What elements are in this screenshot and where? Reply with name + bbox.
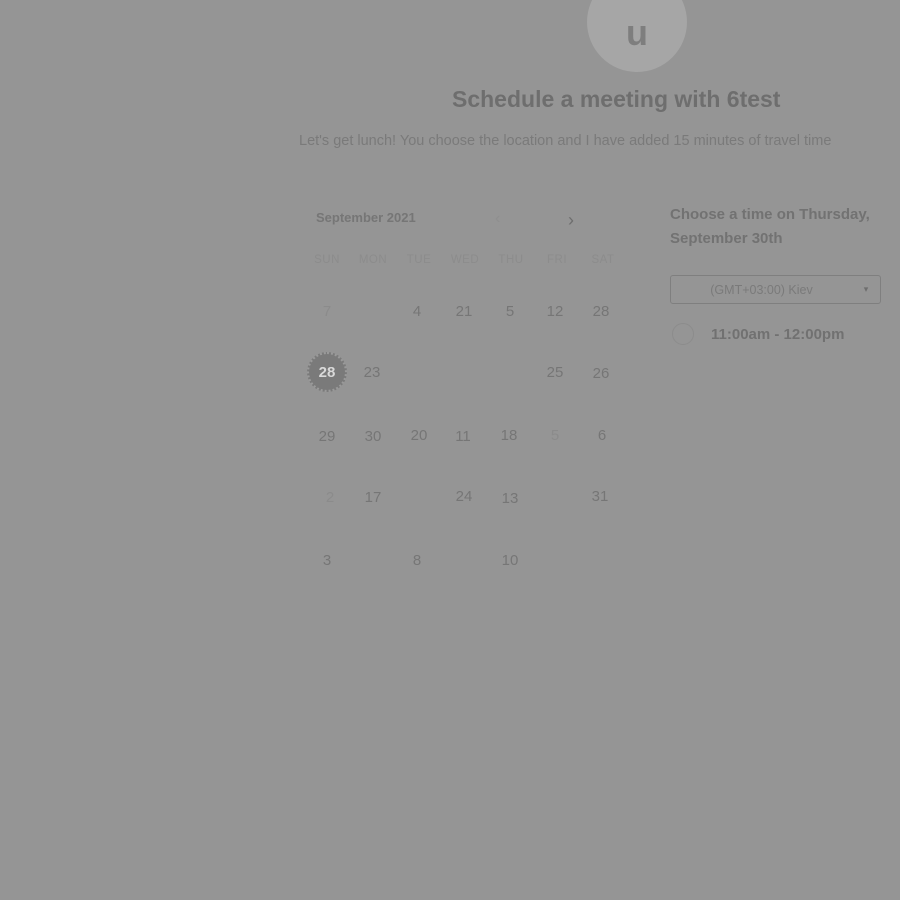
calendar-day[interactable]: 11 bbox=[443, 416, 483, 456]
weekday-label: MON bbox=[358, 254, 388, 266]
calendar-day[interactable]: 18 bbox=[489, 415, 529, 455]
calendar-day[interactable]: 12 bbox=[535, 291, 575, 331]
weekday-label: TUE bbox=[406, 254, 432, 266]
calendar-day[interactable]: 25 bbox=[535, 352, 575, 392]
calendar-day: 7 bbox=[322, 302, 332, 320]
calendar-month-label: September 2021 bbox=[316, 210, 416, 225]
avatar-letter: u bbox=[626, 12, 648, 53]
chevron-right-icon[interactable]: › bbox=[568, 210, 574, 231]
weekday-label: FRI bbox=[546, 254, 568, 266]
calendar-day[interactable]: 10 bbox=[490, 540, 530, 580]
calendar-day[interactable]: 23 bbox=[352, 352, 392, 392]
calendar-day[interactable]: 31 bbox=[580, 476, 620, 516]
chevron-left-icon[interactable]: ‹ bbox=[495, 210, 500, 228]
calendar-day[interactable]: 5 bbox=[490, 291, 530, 331]
host-avatar: u bbox=[587, 0, 687, 72]
calendar-day[interactable]: 13 bbox=[490, 478, 530, 518]
timezone-value: (GMT+03:00) Kiev bbox=[710, 282, 813, 297]
calendar-day: 5 bbox=[550, 426, 560, 444]
calendar-day[interactable]: 26 bbox=[581, 353, 621, 393]
caret-down-icon: ▾ bbox=[863, 284, 869, 294]
calendar-day: 2 bbox=[325, 488, 335, 506]
calendar-day[interactable]: 28 bbox=[581, 291, 621, 331]
page-title: Schedule a meeting with 6test bbox=[452, 86, 781, 112]
weekday-label: THU bbox=[498, 254, 524, 266]
time-slot-label: 11:00am - 12:00pm bbox=[711, 325, 845, 343]
calendar-day[interactable]: 24 bbox=[444, 476, 484, 516]
timezone-select[interactable]: (GMT+03:00) Kiev ▾ bbox=[670, 275, 881, 304]
calendar-day[interactable]: 29 bbox=[307, 416, 347, 456]
calendar-day[interactable]: 20 bbox=[399, 415, 439, 455]
calendar-day-selected[interactable]: 28 bbox=[307, 352, 347, 392]
calendar-day[interactable]: 3 bbox=[307, 540, 347, 580]
calendar-day[interactable]: 21 bbox=[444, 291, 484, 331]
calendar-day[interactable]: 8 bbox=[397, 540, 437, 580]
weekday-label: SAT bbox=[591, 254, 615, 266]
calendar-day[interactable]: 4 bbox=[397, 291, 437, 331]
calendar-day[interactable]: 17 bbox=[353, 477, 393, 517]
calendar-day[interactable]: 30 bbox=[353, 416, 393, 456]
time-slot-option[interactable]: 11:00am - 12:00pm bbox=[672, 323, 844, 345]
time-selection-heading: Choose a time on Thursday, September 30t… bbox=[670, 206, 870, 247]
calendar-day[interactable]: 6 bbox=[582, 415, 622, 455]
slot-radio-button[interactable] bbox=[672, 323, 694, 345]
weekday-label: SUN bbox=[314, 254, 340, 266]
event-description: Let's get lunch! You choose the location… bbox=[299, 133, 832, 149]
weekday-label: WED bbox=[450, 254, 480, 266]
